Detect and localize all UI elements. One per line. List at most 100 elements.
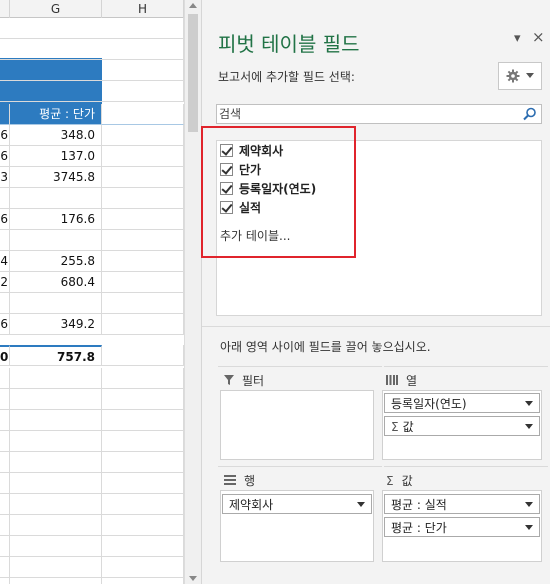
search-input[interactable] [217,105,517,123]
cell[interactable] [102,251,184,272]
cell[interactable] [10,410,102,431]
chip-label: 평균 : 실적 [391,497,447,512]
cell[interactable] [102,230,184,251]
cell[interactable] [0,515,10,536]
cell[interactable] [0,557,10,578]
column-values-chip[interactable]: Σ값 [384,416,540,436]
cell[interactable] [102,293,184,314]
cell[interactable] [10,368,102,389]
cell[interactable] [0,230,10,251]
pivot-value-cell[interactable]: 349.2 [10,314,102,335]
cell[interactable] [102,104,184,125]
cell[interactable] [102,60,184,81]
cell[interactable]: 6 [0,125,10,146]
cell[interactable] [0,410,10,431]
cell[interactable] [102,494,184,515]
cell[interactable] [0,104,10,125]
scroll-down-arrow-icon[interactable] [189,576,197,581]
chevron-down-icon[interactable] [525,423,533,429]
chevron-down-icon[interactable] [357,501,365,507]
search-icon[interactable] [523,107,537,124]
pivot-value-cell[interactable] [10,188,102,209]
cell[interactable] [102,452,184,473]
cell[interactable] [10,578,102,584]
cell[interactable] [10,473,102,494]
vertical-scrollbar[interactable] [184,0,201,584]
cell[interactable] [10,557,102,578]
cell[interactable]: 0 [0,345,10,366]
grand-total-value[interactable]: 757.8 [10,345,102,366]
cell[interactable] [0,536,10,557]
cell[interactable] [10,494,102,515]
cell[interactable] [102,146,184,167]
cell[interactable]: 2 [0,272,10,293]
pivot-value-cell[interactable]: 255.8 [10,251,102,272]
cell[interactable] [0,494,10,515]
cell[interactable]: 4 [0,251,10,272]
column-header-g[interactable]: G [10,0,102,18]
cell[interactable] [10,536,102,557]
scroll-thumb[interactable] [188,14,198,132]
cell[interactable] [102,125,184,146]
value-field-chip[interactable]: 평균 : 단가 [384,517,540,537]
column-field-chip[interactable]: 등록일자(연도) [384,393,540,413]
field-search-box[interactable] [216,104,542,124]
pane-options-chevron-icon[interactable]: ▾ [514,32,521,46]
cell[interactable] [102,515,184,536]
tools-button[interactable] [498,62,542,90]
cell[interactable] [102,431,184,452]
column-header-h[interactable]: H [102,0,184,18]
cell[interactable] [102,410,184,431]
pivot-value-cell[interactable] [10,293,102,314]
cell[interactable]: 6 [0,314,10,335]
pivot-value-cell[interactable] [10,230,102,251]
cell[interactable] [10,452,102,473]
filter-drop-zone[interactable] [220,390,374,460]
cell[interactable] [102,167,184,188]
cell[interactable] [0,188,10,209]
cell[interactable] [0,368,10,389]
spreadsheet-grid: G H 평균 : 단가 6 348.0 6 137.0 3 3745.8 6 176.6 4 25… [0,0,184,584]
close-icon[interactable]: × [532,30,545,45]
chevron-down-icon[interactable] [525,400,533,406]
cell[interactable] [102,314,184,335]
cell[interactable] [10,389,102,410]
cell[interactable] [0,473,10,494]
cell[interactable] [102,557,184,578]
cell[interactable] [102,18,184,39]
pivot-value-cell[interactable]: 348.0 [10,125,102,146]
cell[interactable] [102,272,184,293]
cell[interactable] [10,515,102,536]
chevron-down-icon[interactable] [525,524,533,530]
cell[interactable]: 6 [0,209,10,230]
cell[interactable] [102,536,184,557]
pivot-value-cell[interactable]: 176.6 [10,209,102,230]
pivot-value-cell[interactable]: 137.0 [10,146,102,167]
cell[interactable] [0,293,10,314]
cell[interactable] [102,578,184,584]
cell[interactable] [102,81,184,102]
cell[interactable] [102,209,184,230]
row-field-chip[interactable]: 제약회사 [222,494,372,514]
cell[interactable] [102,473,184,494]
cell[interactable] [0,389,10,410]
chevron-down-icon[interactable] [525,501,533,507]
pivot-header-cell[interactable]: 평균 : 단가 [10,104,102,125]
cell[interactable] [102,389,184,410]
cell[interactable] [0,578,10,584]
cell[interactable] [0,431,10,452]
cell[interactable] [102,345,184,366]
pivot-value-cell[interactable]: 3745.8 [10,167,102,188]
cell[interactable] [102,188,184,209]
pivot-value-cell[interactable]: 680.4 [10,272,102,293]
cell[interactable]: 6 [0,146,10,167]
cell[interactable] [102,368,184,389]
cell[interactable] [0,452,10,473]
column-header-f[interactable] [0,0,10,18]
cell[interactable] [10,431,102,452]
cell[interactable] [102,39,184,60]
table-row: 6 176.6 [0,209,184,230]
value-field-chip[interactable]: 평균 : 실적 [384,494,540,514]
cell[interactable]: 3 [0,167,10,188]
scroll-up-arrow-icon[interactable] [189,3,197,8]
